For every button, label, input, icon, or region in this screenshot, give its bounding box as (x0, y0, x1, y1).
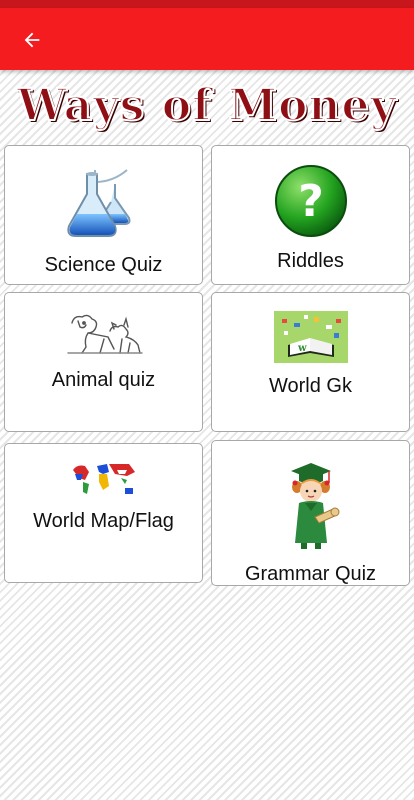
flask-icon (66, 169, 130, 237)
category-card-animal-quiz[interactable]: Animal quiz (4, 292, 203, 432)
category-card-riddles[interactable]: ? Riddles (211, 145, 410, 285)
banner: Ways of Money (0, 76, 414, 134)
arrow-left-icon (24, 32, 40, 48)
graduate-girl-icon (290, 463, 339, 549)
back-button[interactable] (14, 22, 50, 58)
open-book-icon: w (273, 311, 348, 363)
category-card-grammar-quiz[interactable]: Grammar Quiz (211, 440, 410, 586)
category-card-science-quiz[interactable]: Science Quiz (4, 145, 203, 285)
svg-text:w: w (297, 343, 307, 354)
category-card-world-gk[interactable]: w World Gk (211, 292, 410, 432)
app-bar (0, 8, 414, 70)
banner-title: Ways of Money (16, 79, 397, 132)
category-label: World Gk (269, 375, 352, 397)
category-label: Grammar Quiz (244, 563, 377, 585)
flag-world-map-icon (68, 460, 139, 500)
question-mark-icon: ? (274, 165, 347, 237)
category-card-world-map-flag[interactable]: World Map/Flag (4, 443, 203, 583)
svg-text:?: ? (298, 176, 324, 227)
animals-sketch-icon (66, 314, 143, 354)
status-bar (0, 0, 414, 8)
category-label: Science Quiz (44, 254, 163, 276)
category-label: World Map/Flag (33, 510, 174, 532)
category-label: Animal quiz (51, 369, 156, 391)
category-label: Riddles (277, 250, 344, 272)
